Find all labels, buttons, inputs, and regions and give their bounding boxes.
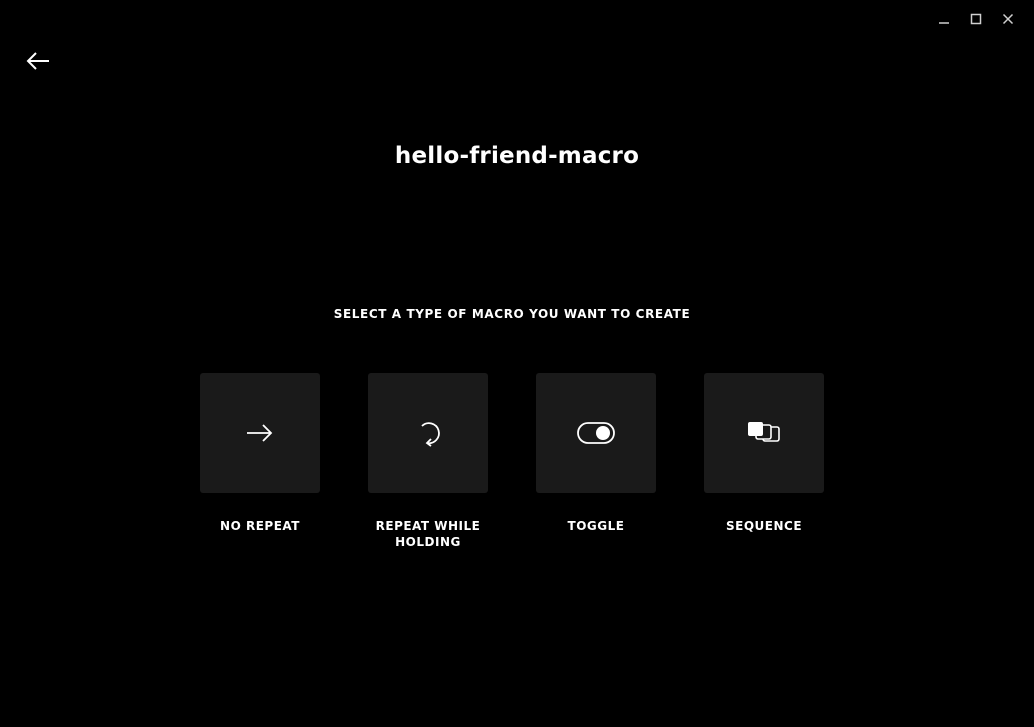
minimize-button[interactable]: [928, 8, 960, 30]
arrow-left-icon: [26, 52, 49, 70]
window-controls: [928, 8, 1024, 30]
close-icon: [1002, 13, 1014, 25]
option-label: TOGGLE: [567, 519, 625, 533]
arrow-right-icon: [247, 424, 273, 442]
option-tile[interactable]: [368, 373, 488, 493]
option-label: SEQUENCE: [725, 519, 803, 533]
macro-type-prompt: SELECT A TYPE OF MACRO YOU WANT TO CREAT…: [333, 307, 691, 321]
option-tile[interactable]: [536, 373, 656, 493]
maximize-icon: [970, 13, 982, 25]
option-tile[interactable]: [200, 373, 320, 493]
back-button[interactable]: [22, 48, 54, 74]
option-sequence[interactable]: SEQUENCE: [704, 373, 824, 550]
close-button[interactable]: [992, 8, 1024, 30]
option-tile[interactable]: [704, 373, 824, 493]
sequence-icon: [748, 422, 780, 442]
option-toggle[interactable]: TOGGLE: [536, 373, 656, 550]
option-no-repeat[interactable]: NO REPEAT: [200, 373, 320, 550]
macro-type-options: NO REPEAT REPEAT WHILE HOLDING TOGGLE SE…: [200, 373, 824, 550]
option-label: NO REPEAT: [220, 519, 300, 533]
page-title: hello-friend-macro: [394, 143, 640, 169]
toggle-icon: [577, 422, 615, 444]
macro-type-screen: hello-friend-macro SELECT A TYPE OF MACR…: [0, 0, 1034, 727]
option-repeat-while-holding[interactable]: REPEAT WHILE HOLDING: [368, 373, 488, 550]
repeat-icon: [421, 422, 440, 447]
maximize-button[interactable]: [960, 8, 992, 30]
option-label: REPEAT WHILE HOLDING: [375, 519, 481, 549]
minimize-icon: [939, 22, 949, 24]
